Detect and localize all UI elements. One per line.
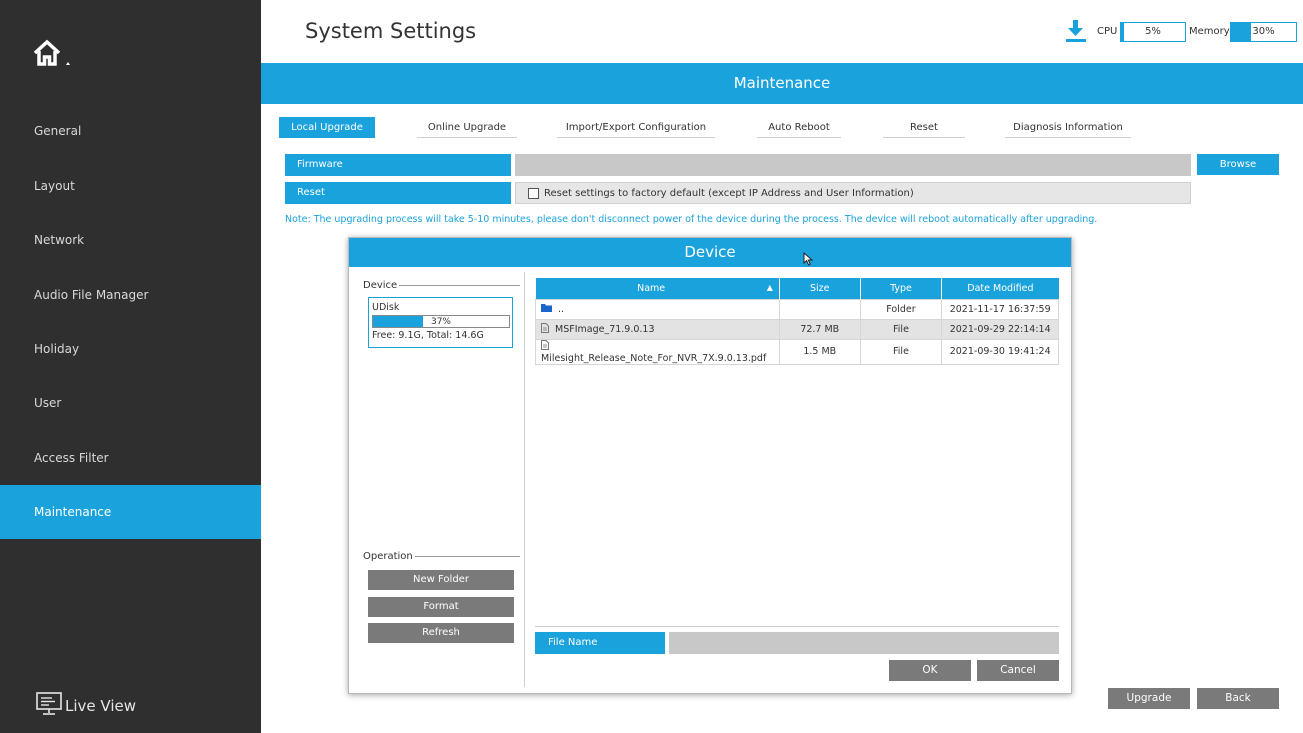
sidebar-item-label: Access Filter [34,451,109,465]
tab-auto-reboot[interactable]: Auto Reboot [757,117,841,138]
tab-diagnosis-information[interactable]: Diagnosis Information [1005,117,1131,138]
tab-online-upgrade[interactable]: Online Upgrade [417,117,517,138]
mouse-cursor-icon [803,251,815,266]
folder-icon [541,303,552,315]
sidebar-item-maintenance[interactable]: Maintenance [0,485,261,539]
column-header-name[interactable]: Name ▲ [535,278,780,299]
sidebar-item-audio-file-manager[interactable]: Audio File Manager [0,268,261,322]
operation-group-label: Operation [363,551,413,562]
cpu-label: CPU [1097,26,1118,37]
file-date-cell: 2021-09-30 19:41:24 [941,338,1059,365]
udisk-capacity: Free: 9.1G, Total: 14.6G [372,330,484,341]
sidebar-item-label: Maintenance [34,505,112,519]
file-type-cell: Folder [859,298,943,320]
file-name-input[interactable] [669,632,1059,654]
sidebar-item-label: Audio File Manager [34,288,149,302]
file-date-cell: 2021-11-17 16:37:59 [941,298,1059,320]
cancel-button[interactable]: Cancel [977,660,1059,681]
file-icon [541,322,549,336]
live-view-button[interactable]: Live View [36,692,136,720]
memory-label: Memory [1189,26,1230,37]
file-name-text: Milesight_Release_Note_For_NVR_7X.9.0.13… [541,352,767,364]
udisk-item[interactable]: UDisk 37% Free: 9.1G, Total: 14.6G [368,297,513,348]
file-name-cell: .. [535,298,780,320]
file-table-header: Name ▲ Size Type Date Modified [535,278,1059,299]
file-table: Name ▲ Size Type Date Modified .. Folder … [535,278,1059,365]
reset-factory-checkbox[interactable] [528,187,539,199]
sort-ascending-icon: ▲ [766,282,773,292]
section-title-bar: Maintenance [261,63,1303,104]
file-name-text: .. [558,303,565,315]
column-header-date-modified[interactable]: Date Modified [941,278,1059,299]
sidebar-item-label: User [34,396,62,410]
file-icon [541,339,549,353]
reset-label: Reset [285,182,511,204]
file-type-cell: File [859,318,943,340]
format-button[interactable]: Format [368,597,514,617]
file-name-text: MSFImage_71.9.0.13 [555,323,655,335]
file-size-cell: 72.7 MB [778,318,861,340]
tab-reset[interactable]: Reset [883,117,965,138]
sidebar-item-layout[interactable]: Layout [0,159,261,213]
sidebar-item-network[interactable]: Network [0,213,261,267]
firmware-label: Firmware [285,154,511,176]
firmware-path-field [515,154,1191,176]
file-name-cell: Milesight_Release_Note_For_NVR_7X.9.0.13… [535,338,780,365]
udisk-usage-text: 37% [430,317,451,327]
upgrade-note: Note: The upgrading process will take 5-… [285,214,1098,225]
tab-import-export-configuration[interactable]: Import/Export Configuration [557,117,715,138]
live-view-label: Live View [65,697,136,715]
panel-divider [524,272,525,687]
operation-group-title: Operation [363,551,520,562]
sidebar: General Layout Network Audio File Manage… [0,0,261,733]
file-size-cell: 1.5 MB [778,338,861,365]
sidebar-item-general[interactable]: General [0,104,261,158]
sidebar-item-label: Network [34,233,85,247]
sidebar-item-access-filter[interactable]: Access Filter [0,431,261,485]
device-dialog: Device Device UDisk 37% Free: 9.1G, Tota… [348,237,1072,694]
table-row[interactable]: MSFImage_71.9.0.13 72.7 MB File 2021-09-… [535,318,1059,340]
dialog-title: Device [349,238,1071,267]
browse-button[interactable]: Browse [1197,154,1279,175]
reset-factory-text: Reset settings to factory default (excep… [544,187,914,199]
file-name-cell: MSFImage_71.9.0.13 [535,318,780,340]
table-row[interactable]: .. Folder 2021-11-17 16:37:59 [535,298,1059,320]
new-folder-button[interactable]: New Folder [368,570,514,590]
sidebar-item-holiday[interactable]: Holiday [0,322,261,376]
device-group-title: Device [363,280,520,291]
memory-meter-value: 30% [1252,26,1275,37]
back-button[interactable]: Back [1197,688,1279,709]
reset-option-row: Reset settings to factory default (excep… [515,182,1191,204]
column-header-type[interactable]: Type [859,278,942,299]
sidebar-item-label: General [34,124,82,138]
file-name-label: File Name [535,632,665,654]
page-title: System Settings [305,19,477,43]
refresh-button[interactable]: Refresh [368,623,514,643]
cpu-meter-value: 5% [1145,26,1161,37]
home-icon[interactable] [33,38,77,70]
column-header-size[interactable]: Size [778,278,861,299]
cpu-meter: 5% [1120,22,1186,42]
udisk-name: UDisk [372,302,400,313]
sidebar-item-label: Layout [34,179,75,193]
file-size-cell [778,298,861,320]
sidebar-item-user[interactable]: User [0,376,261,430]
tab-local-upgrade[interactable]: Local Upgrade [279,117,375,138]
udisk-usage-bar: 37% [372,315,510,328]
upgrade-button[interactable]: Upgrade [1108,688,1190,709]
monitor-icon [36,692,65,720]
file-list-bottom-divider [535,626,1059,627]
sidebar-item-label: Holiday [34,342,80,356]
table-row[interactable]: Milesight_Release_Note_For_NVR_7X.9.0.13… [535,338,1059,365]
file-type-cell: File [859,338,943,365]
ok-button[interactable]: OK [889,660,971,681]
download-icon[interactable] [1065,19,1087,43]
device-group-label: Device [363,280,398,291]
file-date-cell: 2021-09-29 22:14:14 [941,318,1059,340]
memory-meter: 30% [1230,22,1297,42]
column-header-name-label: Name [637,282,666,294]
